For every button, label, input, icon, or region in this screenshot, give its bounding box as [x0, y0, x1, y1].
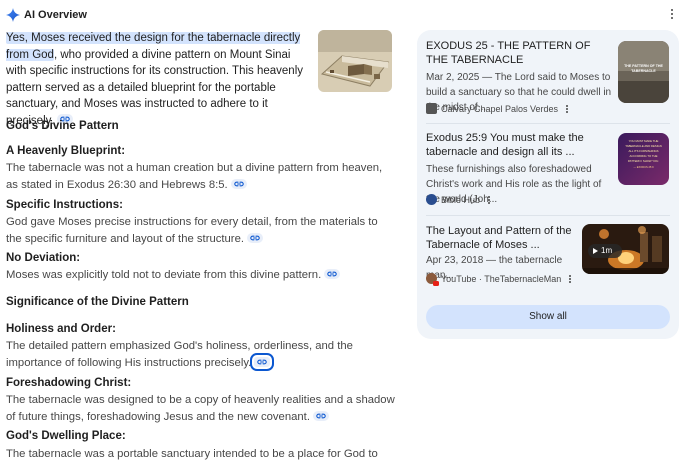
svg-text:ALL ITS FURNISHINGS: ALL ITS FURNISHINGS [628, 149, 658, 153]
svg-text:PATTERN I SHOW YOU.: PATTERN I SHOW YOU. [628, 159, 659, 163]
source-card-site: Calvary Chapel Palos Verdes [426, 103, 569, 115]
svg-text:ACCORDING TO THE: ACCORDING TO THE [630, 154, 658, 158]
paragraph-foreshadowing-christ: The tabernacle was designed to be a copy… [6, 394, 395, 423]
source-card-site: Bible Hub [426, 194, 491, 206]
source-card-site: YouTube · TheTabernacleMan [426, 273, 572, 287]
source-link-icon[interactable] [324, 269, 341, 280]
more-options-icon[interactable] [668, 9, 676, 21]
subheading-foreshadowing-christ: Foreshadowing Christ: [6, 377, 132, 389]
show-all-button[interactable]: Show all [426, 305, 670, 329]
card-divider [426, 215, 670, 216]
youtube-channel-avatar [426, 273, 439, 287]
subheading-heavenly-blueprint: A Heavenly Blueprint: [6, 145, 126, 157]
svg-text:TABERNACLE AND DESIGN: TABERNACLE AND DESIGN [625, 144, 661, 148]
source-options-icon[interactable] [569, 274, 572, 285]
ai-overview-title: AI Overview [24, 9, 87, 21]
subheading-holiness-order: Holiness and Order: [6, 323, 116, 335]
source-link-icon[interactable] [247, 232, 263, 243]
source-link-icon[interactable] [312, 410, 329, 421]
sources-panel: EXODUS 25 - THE PATTERN OF THE TABERNACL… [417, 30, 679, 339]
source-card-title[interactable]: Exodus 25:9 You must make the tabernacle… [426, 131, 606, 159]
ai-overview-header: AI Overview [0, 0, 690, 30]
intro-paragraph: Yes, Moses received the design for the t… [6, 30, 306, 129]
paragraph-heavenly-blueprint: The tabernacle was not a human creation … [6, 162, 383, 191]
svg-text:TABERNACLE: TABERNACLE [631, 69, 656, 73]
subheading-specific-instructions: Specific Instructions: [6, 199, 123, 211]
source-options-icon[interactable] [566, 104, 569, 115]
paragraph-specific-instructions: God gave Moses precise instructions for … [6, 216, 378, 245]
source-card-2-thumbnail[interactable]: YOU MUST MAKE THE TABERNACLE AND DESIGN … [618, 133, 669, 185]
source-link-icon-focused[interactable] [250, 352, 275, 371]
svg-text:— EXODUS 25:9: — EXODUS 25:9 [633, 165, 654, 169]
source-card-3[interactable]: The Layout and Pattern of the Tabernacle… [426, 224, 670, 294]
svg-text:THE PATTERN OF THE: THE PATTERN OF THE [624, 64, 663, 68]
paragraph-no-deviation: Moses was explicitly told not to deviate… [6, 267, 396, 284]
subheading-dwelling-place: God's Dwelling Place: [6, 430, 126, 442]
play-duration-badge[interactable]: 1m [588, 244, 622, 258]
source-link-icon[interactable] [230, 178, 247, 189]
calvary-chapel-favicon [426, 103, 437, 115]
paragraph-holiness-order: The detailed pattern emphasized God's ho… [6, 340, 353, 371]
gemini-sparkle-icon [6, 8, 20, 22]
card-divider [426, 123, 670, 124]
bible-hub-favicon [426, 194, 437, 206]
source-card-title[interactable]: The Layout and Pattern of the Tabernacle… [426, 224, 576, 252]
source-card-1-thumbnail[interactable]: THE PATTERN OF THE TABERNACLE [618, 41, 669, 103]
section-heading-divine-pattern: God's Divine Pattern [6, 120, 119, 132]
svg-text:YOU MUST MAKE THE: YOU MUST MAKE THE [629, 139, 659, 143]
section-heading-significance: Significance of the Divine Pattern [6, 296, 189, 308]
source-options-icon[interactable] [488, 195, 491, 206]
source-card-1[interactable]: EXODUS 25 - THE PATTERN OF THE TABERNACL… [426, 39, 670, 123]
source-card-title[interactable]: EXODUS 25 - THE PATTERN OF THE TABERNACL… [426, 39, 610, 67]
paragraph-dwelling-place: The tabernacle was a portable sanctuary … [6, 448, 378, 460]
source-card-2[interactable]: Exodus 25:9 You must make the tabernacle… [426, 131, 670, 215]
subheading-no-deviation: No Deviation: [6, 252, 81, 264]
tabernacle-model-image[interactable] [318, 30, 392, 92]
youtube-video-thumbnail[interactable]: 1m [582, 224, 669, 274]
